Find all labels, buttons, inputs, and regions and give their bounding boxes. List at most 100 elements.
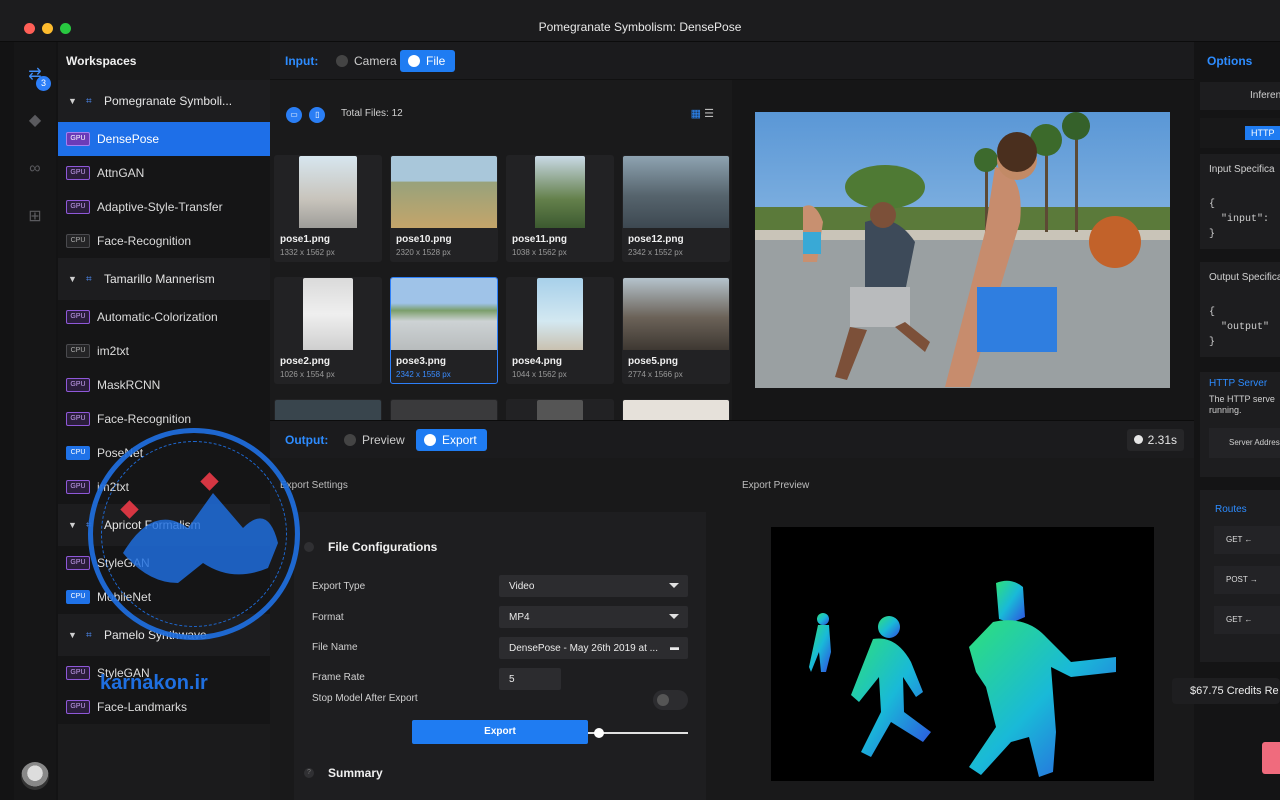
file-card[interactable] [390, 399, 498, 420]
http-server-title: HTTP Server [1209, 378, 1268, 389]
gpu-chip: GPU [66, 310, 90, 324]
format-label: Format [312, 612, 344, 623]
output-spec-card: Output Specifica { "output" } [1200, 262, 1280, 357]
sidebar-item-face-recognition[interactable]: GPU Face-Recognition [58, 402, 270, 436]
list-view-icon[interactable]: ☰ [704, 108, 714, 120]
tab-file-label: File [426, 54, 446, 68]
gpu-chip: GPU [66, 132, 90, 146]
tab-export[interactable]: Export [416, 429, 487, 451]
input-spec-label: Input Specifica [1209, 164, 1275, 175]
tab-preview[interactable]: Preview [336, 429, 415, 451]
chevron-down-icon [669, 583, 679, 588]
sidebar-item-label: Face-Landmarks [97, 700, 188, 714]
sidebar-item-automatic-colorization[interactable]: GPU Automatic-Colorization [58, 300, 270, 334]
thumbnail [391, 400, 497, 420]
file-card[interactable]: pose1.png 1332 x 1562 px [274, 155, 382, 262]
sidebar-item-im2txt[interactable]: CPU im2txt [58, 334, 270, 368]
folder-icon[interactable]: ▭ [286, 107, 302, 123]
file-size: 2320 x 1528 px [396, 248, 451, 257]
file-size: 2774 x 1566 px [628, 370, 683, 379]
cpu-chip: CPU [66, 446, 90, 460]
route-get[interactable]: GET ← [1214, 606, 1280, 634]
output-spec-label: Output Specifica [1209, 272, 1280, 283]
sidebar-item-densepose[interactable]: GPU DensePose [58, 122, 270, 156]
workspace-group-label: Tamarillo Mannerism [104, 272, 215, 286]
file-name: pose12.png [628, 234, 684, 245]
collapse-icon[interactable] [304, 542, 314, 552]
stop-model-label: Stop Model After Export [312, 693, 418, 704]
file-name-input[interactable]: DensePose - May 26th 2019 at ... ▬ [499, 637, 688, 659]
route-post[interactable]: POST → [1214, 566, 1280, 594]
code-line: "input": [1209, 214, 1270, 225]
gpu-chip: GPU [66, 200, 90, 214]
route-get[interactable]: GET ← [1214, 526, 1280, 554]
code-line: { [1209, 307, 1216, 318]
sidebar-item-maskrcnn[interactable]: GPU MaskRCNN [58, 368, 270, 402]
file-name: pose3.png [396, 356, 447, 367]
frame-rate-slider[interactable] [578, 728, 688, 738]
link-icon[interactable]: ∞ [24, 158, 46, 180]
inference-tab[interactable]: Inferen [1200, 82, 1280, 110]
action-button[interactable] [1262, 742, 1280, 774]
sidebar-item-face-recognition[interactable]: CPU Face-Recognition [58, 224, 270, 258]
window-title: Pomegranate Symbolism: DensePose [538, 20, 742, 34]
file-size: 1044 x 1562 px [512, 370, 567, 379]
layers-icon[interactable]: ◆ [24, 110, 46, 132]
input-preview [732, 80, 1194, 420]
file-card[interactable]: pose4.png 1044 x 1562 px [506, 277, 614, 384]
file-card[interactable]: pose5.png 2774 x 1566 px [622, 277, 730, 384]
sidebar-heading: Workspaces [58, 42, 270, 80]
sidebar-item-face-landmarks[interactable]: GPU Face-Landmarks [58, 690, 270, 724]
new-file-icon[interactable]: ▯ [309, 107, 326, 123]
server-address-button[interactable]: Server Addres [1209, 428, 1280, 458]
file-card[interactable] [274, 399, 382, 420]
workspace-icon: ⌗ [86, 273, 92, 285]
help-icon[interactable]: ? [304, 768, 314, 778]
file-card[interactable] [506, 399, 614, 420]
tab-file[interactable]: File [400, 50, 456, 72]
file-name: pose4.png [512, 356, 563, 367]
file-size: 1332 x 1562 px [280, 248, 335, 257]
file-card[interactable]: pose12.png 2342 x 1552 px [622, 155, 730, 262]
export-type-select[interactable]: Video [499, 575, 688, 597]
tab-preview-label: Preview [362, 433, 405, 447]
gpu-chip: GPU [66, 378, 90, 392]
thumbnail [275, 400, 381, 420]
summary-heading[interactable]: Summary [328, 766, 383, 780]
gpu-chip: GPU [66, 412, 90, 426]
folder-icon[interactable]: ▬ [670, 642, 679, 652]
thumbnail [535, 156, 585, 228]
options-heading: Options [1207, 54, 1253, 68]
export-settings: Export Settings File Configurations Expo… [270, 458, 732, 800]
file-card[interactable]: pose11.png 1038 x 1562 px [506, 155, 614, 262]
file-card[interactable]: pose10.png 2320 x 1528 px [390, 155, 498, 262]
sidebar-item-adaptive-style-transfer[interactable]: GPU Adaptive-Style-Transfer [58, 190, 270, 224]
file-name: pose5.png [628, 356, 679, 367]
thumbnail [623, 156, 729, 228]
file-configurations-panel: File Configurations Export Type Video Fo… [294, 512, 706, 800]
notification-badge: 3 [36, 76, 51, 91]
watermark-logo [123, 493, 278, 583]
workspace-group[interactable]: ▼ ⌗ Tamarillo Mannerism [58, 258, 270, 300]
thumbnail [537, 400, 583, 420]
server-address-label: Server Addres [1229, 438, 1280, 447]
tab-camera[interactable]: Camera [328, 50, 407, 72]
sidebar-item-attngan[interactable]: GPU AttnGAN [58, 156, 270, 190]
format-select[interactable]: MP4 [499, 606, 688, 628]
grid-view-icon[interactable]: ▦ [691, 108, 701, 120]
workspace-group[interactable]: ▼ ⌗ Pomegranate Symboli... [58, 80, 270, 122]
http-tag[interactable]: HTTP [1245, 126, 1280, 140]
stop-model-toggle[interactable] [653, 690, 688, 710]
avatar[interactable] [21, 762, 49, 790]
file-icon [408, 55, 420, 67]
frame-rate-input[interactable]: 5 [499, 668, 561, 690]
file-card[interactable] [622, 399, 730, 420]
export-button[interactable]: Export [412, 720, 588, 744]
slider-handle[interactable] [594, 728, 604, 738]
network-icon[interactable]: ⊞ [24, 206, 46, 228]
cpu-chip: CPU [66, 234, 90, 248]
file-card[interactable]: pose2.png 1026 x 1554 px [274, 277, 382, 384]
input-spec-card: Input Specifica { "input": } [1200, 154, 1280, 249]
file-size: 2342 x 1558 px [396, 370, 451, 379]
file-card-selected[interactable]: pose3.png 2342 x 1558 px [390, 277, 498, 384]
